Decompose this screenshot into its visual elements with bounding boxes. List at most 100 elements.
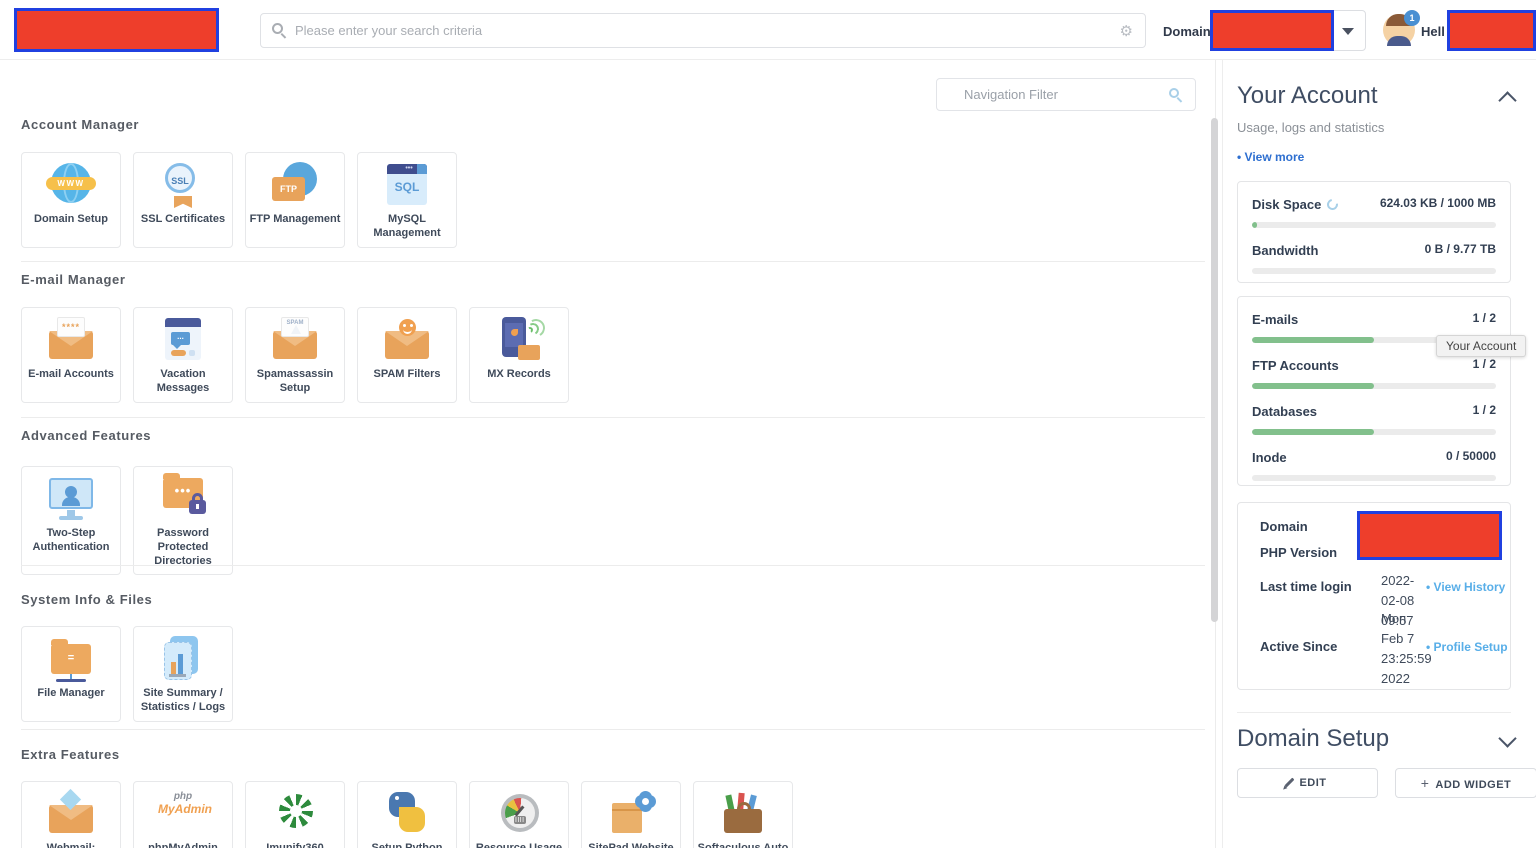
green-pinwheel-icon <box>270 791 320 837</box>
feature-card[interactable]: ••• Password Protected Directories <box>133 466 233 575</box>
usage-value: 0 B / 9.77 TB <box>1425 242 1496 256</box>
envelope-spam-doc-icon: SPAM <box>270 317 320 363</box>
feature-card[interactable]: ****E-mail Accounts <box>21 307 121 403</box>
search-input[interactable] <box>295 14 1075 47</box>
section-card-row: Webmail:phpMyAdminphpMyAdmin Imunify360 P… <box>21 781 793 848</box>
domain-selector[interactable] <box>1210 10 1366 51</box>
top-header-bar: ⚙ Domain 1 Hell <box>0 0 1536 60</box>
notification-badge[interactable]: 1 <box>1404 10 1420 26</box>
logo-redacted <box>14 8 219 52</box>
scrollbar-thumb[interactable] <box>1211 118 1218 622</box>
directadmin-dashboard: ⚙ Domain 1 Hell Account ManagerWWWDomain… <box>0 0 1536 848</box>
edit-button[interactable]: EDIT <box>1237 768 1378 798</box>
profile-setup-link[interactable]: Profile Setup <box>1426 640 1508 654</box>
usage-row: Disk Space 624.03 KB / 1000 MB <box>1238 182 1510 228</box>
usage-value: 624.03 KB / 1000 MB <box>1380 196 1496 210</box>
feature-card-label: MX Records <box>470 368 568 388</box>
usage-label: Databases <box>1252 404 1317 419</box>
feature-card[interactable]: Imunify360 Plugin <box>245 781 345 848</box>
plus-icon: + <box>1421 775 1430 791</box>
section-divider <box>21 729 1205 730</box>
usage-label: Disk Space <box>1252 197 1321 212</box>
progress-bar <box>1252 475 1496 481</box>
your-account-title: Your Account <box>1237 82 1378 110</box>
section-title: System Info & Files <box>21 592 152 607</box>
envelope-smiley-icon <box>382 317 432 363</box>
your-account-tooltip: Your Account <box>1436 335 1526 357</box>
usage-row: Bandwidth 0 B / 9.77 TB <box>1238 228 1510 274</box>
pencil-icon <box>1285 778 1295 788</box>
section-title: Advanced Features <box>21 428 151 443</box>
section-card-row: WWWDomain SetupSSLSSL CertificatesFTPFTP… <box>21 152 457 248</box>
usage-value: 1 / 2 <box>1473 357 1496 371</box>
usage-value: 1 / 2 <box>1473 403 1496 417</box>
section-card-row: ****E-mail Accounts... Vacation Messages S… <box>21 307 569 403</box>
feature-card-label: Vacation Messages <box>134 368 232 402</box>
folder-lock-icon: ••• <box>158 476 208 522</box>
ftp-folder-globe-icon: FTP <box>270 162 320 208</box>
feature-card[interactable]: phpMyAdminphpMyAdmin <box>133 781 233 848</box>
monitor-user-icon <box>46 476 96 522</box>
gear-icon[interactable]: ⚙ <box>1120 22 1133 40</box>
feature-card-label: File Manager <box>22 687 120 707</box>
feature-card[interactable]: MX Records <box>469 307 569 403</box>
feature-card[interactable]: Two-Step Authentication <box>21 466 121 575</box>
collapse-chevron-up-icon[interactable] <box>1498 91 1516 109</box>
feature-card[interactable]: SPAM Filters <box>357 307 457 403</box>
toolbox-icon <box>718 791 768 837</box>
section-title: Extra Features <box>21 747 120 762</box>
section-card-row: = File Manager Site Summary / Statistics /… <box>21 626 233 722</box>
feature-card[interactable]: ... Vacation Messages <box>133 307 233 403</box>
feature-card-label: E-mail Accounts <box>22 368 120 388</box>
usage-label: FTP Accounts <box>1252 358 1339 373</box>
domain-setup-widget-title: Domain Setup <box>1237 725 1389 753</box>
usage-label: Bandwidth <box>1252 243 1318 258</box>
envelope-cube-icon <box>46 791 96 837</box>
feature-card-label: Spamassassin Setup <box>246 368 344 402</box>
feature-card[interactable]: ||||Resource Usage <box>469 781 569 848</box>
feature-card[interactable]: •••SQLMySQL Management <box>357 152 457 248</box>
sql-window-icon: •••SQL <box>382 162 432 208</box>
feature-card[interactable]: SSLSSL Certificates <box>133 152 233 248</box>
feature-card-label: Domain Setup <box>22 213 120 233</box>
feature-card-label: Imunify360 Plugin <box>246 842 344 848</box>
avatar[interactable]: 1 <box>1383 14 1415 46</box>
add-widget-button[interactable]: +ADD WIDGET <box>1395 768 1536 798</box>
feature-card[interactable]: Setup Python App <box>357 781 457 848</box>
account-detail-card: Domain PHP Version Last time login 2022-… <box>1237 502 1511 690</box>
feature-card[interactable]: FTPFTP Management <box>245 152 345 248</box>
feature-card[interactable]: WWW Domain Setup <box>21 152 121 248</box>
globe-www-icon: WWW <box>46 162 96 208</box>
chevron-down-icon[interactable] <box>1342 28 1354 35</box>
usage-value: 0 / 50000 <box>1446 449 1496 463</box>
feature-card[interactable]: Softaculous Auto <box>693 781 793 848</box>
phpmyadmin-logo-icon: phpMyAdmin <box>158 791 208 837</box>
feature-card-label: SitePad Website <box>582 842 680 848</box>
section-divider <box>21 261 1205 262</box>
expand-chevron-down-icon[interactable] <box>1498 729 1516 747</box>
phone-mail-signal-icon <box>494 317 544 363</box>
feature-card[interactable]: Site Summary / Statistics / Logs <box>133 626 233 722</box>
refresh-icon[interactable] <box>1325 197 1340 212</box>
feature-card-label: Password Protected Directories <box>134 527 232 574</box>
browser-chat-icon: ... <box>158 317 208 363</box>
feature-card[interactable]: SitePad Website <box>581 781 681 848</box>
your-account-subtitle: Usage, logs and statistics <box>1237 120 1384 135</box>
feature-card-label: Softaculous Auto <box>694 842 792 848</box>
feature-card[interactable]: SPAM Spamassassin Setup <box>245 307 345 403</box>
feature-card[interactable]: = File Manager <box>21 626 121 722</box>
box-gear-icon <box>606 791 656 837</box>
widgets-sidebar: Your Account Usage, logs and statistics … <box>1222 60 1536 848</box>
usage-row: Databases 1 / 2 <box>1238 389 1510 435</box>
global-search: ⚙ <box>260 13 1146 48</box>
feature-card-label: SSL Certificates <box>134 213 232 233</box>
feature-card[interactable]: Webmail: <box>21 781 121 848</box>
python-logo-icon <box>382 791 432 837</box>
folder-network-icon: = <box>46 636 96 682</box>
domain-row-label: Domain <box>1260 519 1308 534</box>
navigation-filter-input[interactable] <box>964 79 1159 110</box>
view-history-link[interactable]: View History <box>1426 580 1505 594</box>
view-more-link[interactable]: View more <box>1237 150 1304 164</box>
usage-row: Inode0 / 50000 <box>1238 435 1510 481</box>
active-since-label: Active Since <box>1260 639 1337 654</box>
